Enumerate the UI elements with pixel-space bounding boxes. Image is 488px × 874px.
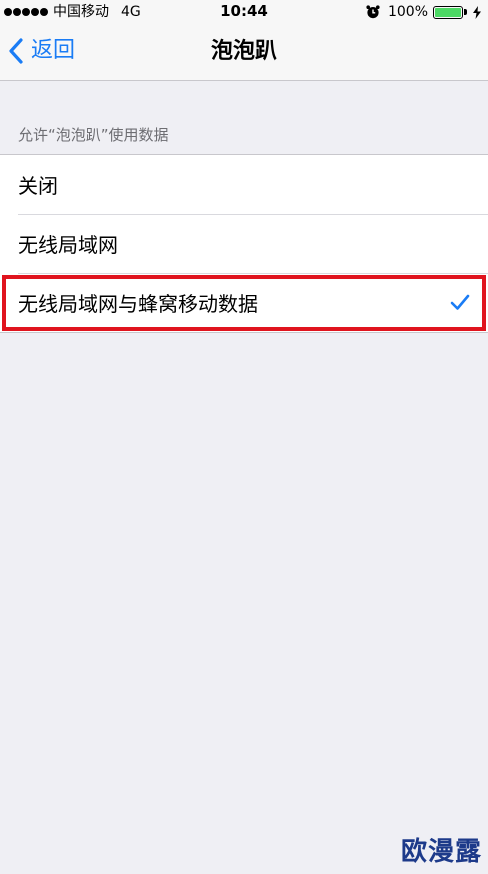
charging-bolt-icon — [473, 5, 481, 19]
checkmark-icon — [450, 294, 470, 310]
option-wlan-and-cellular[interactable]: 无线局域网与蜂窝移动数据 — [0, 273, 488, 332]
status-bar: 中国移动 4G 10:44 100% — [0, 0, 488, 24]
option-label: 无线局域网 — [18, 233, 118, 257]
option-off[interactable]: 关闭 — [0, 155, 488, 214]
watermark: 欧漫露 — [400, 837, 482, 867]
page-title: 泡泡趴 — [210, 39, 277, 64]
option-label: 无线局域网与蜂窝移动数据 — [18, 292, 258, 316]
option-label: 关闭 — [18, 174, 58, 198]
data-usage-options-list: 关闭 无线局域网 无线局域网与蜂窝移动数据 — [0, 154, 488, 333]
navigation-bar: 返回 泡泡趴 — [0, 24, 488, 81]
alarm-icon — [366, 5, 380, 19]
option-wlan[interactable]: 无线局域网 — [0, 214, 488, 273]
status-right: 100% — [366, 3, 482, 21]
battery-fill — [435, 7, 461, 17]
section-header: 允许“泡泡趴”使用数据 — [18, 126, 169, 144]
battery-icon — [433, 5, 463, 19]
battery-percent: 100% — [387, 4, 428, 20]
battery-tip — [464, 9, 467, 15]
